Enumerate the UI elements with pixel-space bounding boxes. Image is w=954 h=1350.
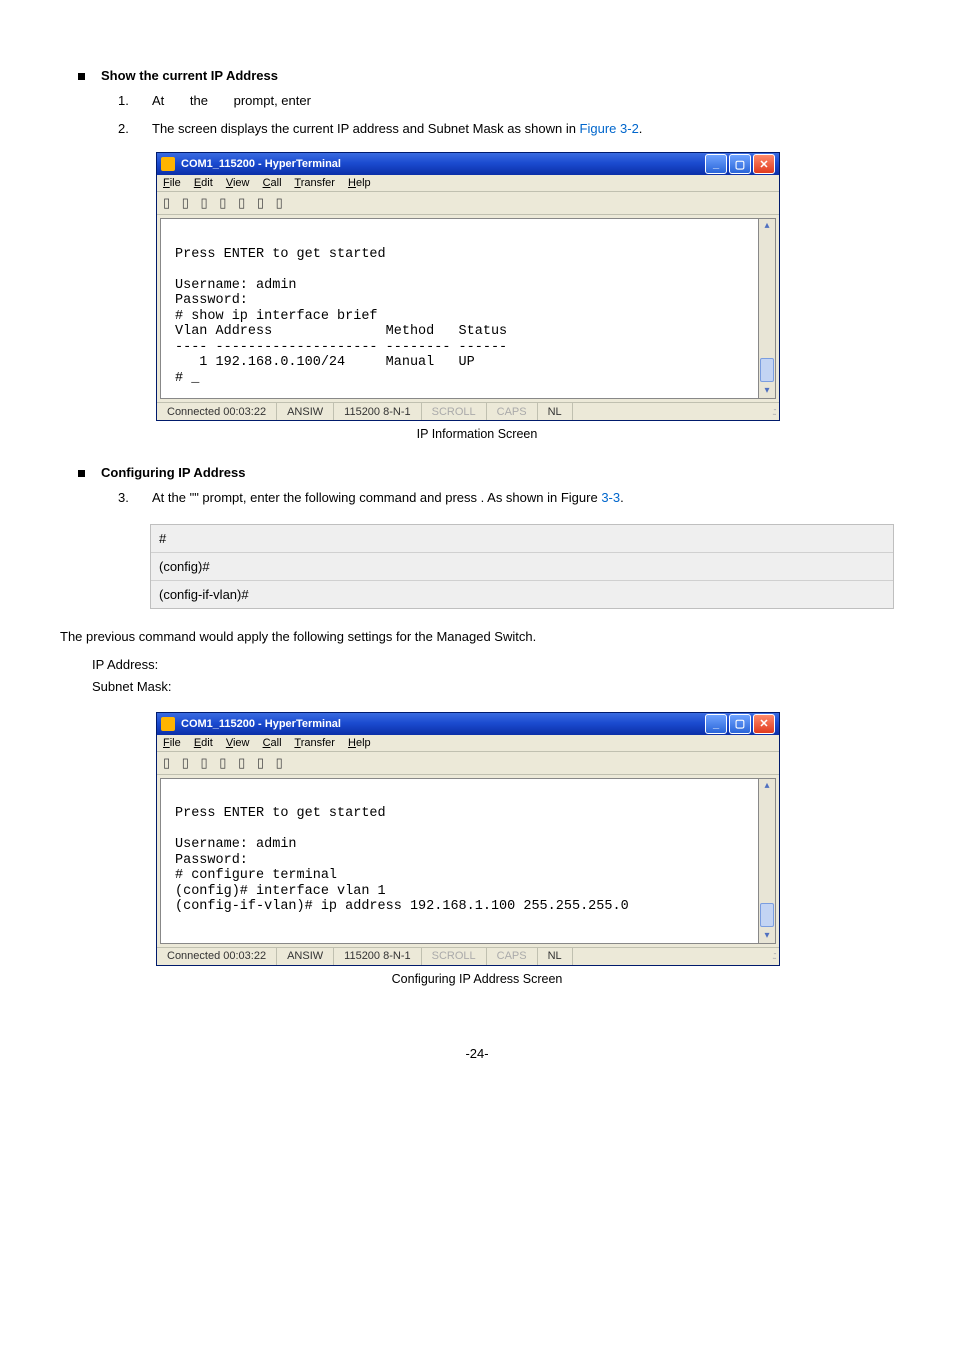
word: At — [152, 93, 164, 108]
scroll-up-icon[interactable]: ▴ — [760, 219, 774, 233]
status-bar: Connected 00:03:22 ANSIW 115200 8-N-1 SC… — [157, 402, 779, 420]
menu-transfer[interactable]: Transfer — [294, 737, 335, 749]
toolbar[interactable]: ▯ ▯ ▯ ▯ ▯ ▯ ▯ — [157, 192, 779, 215]
scrollbar[interactable]: ▴ ▾ — [758, 778, 776, 944]
resize-grip-icon[interactable]: .:: — [573, 950, 779, 962]
figure-ref-link[interactable]: 3-3 — [601, 490, 620, 505]
status-nl: NL — [538, 948, 573, 965]
figure-caption: Configuring IP Address Screen — [60, 972, 894, 986]
step-3-text: At the "" prompt, enter the following co… — [152, 488, 894, 508]
minimize-button[interactable]: _ — [705, 154, 727, 174]
paragraph: The previous command would apply the fol… — [60, 629, 894, 644]
app-icon — [161, 157, 175, 171]
status-connected: Connected 00:03:22 — [157, 403, 277, 420]
word: prompt, enter — [234, 93, 311, 108]
maximize-button[interactable]: ▢ — [729, 154, 751, 174]
status-cfg: 115200 8-N-1 — [334, 948, 421, 965]
setting-mask: Subnet Mask: — [92, 676, 894, 698]
maximize-button[interactable]: ▢ — [729, 714, 751, 734]
hyperterminal-window: COM1_115200 - HyperTerminal _ ▢ ✕ File E… — [156, 152, 780, 421]
text: At the " — [152, 490, 194, 505]
scroll-thumb[interactable] — [760, 903, 774, 927]
menu-file[interactable]: File — [163, 737, 181, 749]
status-scroll: SCROLL — [422, 403, 487, 420]
menu-call[interactable]: Call — [263, 177, 282, 189]
scroll-track[interactable] — [759, 233, 775, 384]
window-titlebar[interactable]: COM1_115200 - HyperTerminal _ ▢ ✕ — [157, 713, 779, 735]
command-box: # (config)# (config-if-vlan)# — [150, 524, 894, 609]
status-bar: Connected 00:03:22 ANSIW 115200 8-N-1 SC… — [157, 947, 779, 965]
resize-grip-icon[interactable]: .:: — [573, 406, 779, 418]
window-title: COM1_115200 - HyperTerminal — [181, 718, 705, 730]
step-number: 1. — [118, 93, 152, 108]
status-caps: CAPS — [487, 403, 538, 420]
scroll-thumb[interactable] — [760, 358, 774, 382]
menu-edit[interactable]: Edit — [194, 737, 213, 749]
scrollbar[interactable]: ▴ ▾ — [758, 218, 776, 399]
word: the — [190, 93, 208, 108]
status-auto: ANSIW — [277, 948, 334, 965]
section-heading-show-ip: Show the current IP Address — [101, 68, 278, 83]
step-number: 3. — [118, 490, 152, 505]
text: " prompt, enter the following command an… — [194, 490, 480, 505]
scroll-track[interactable] — [759, 793, 775, 929]
bullet-icon — [78, 73, 85, 80]
cmd-line: (config)# — [151, 552, 893, 580]
setting-ip: IP Address: — [92, 654, 894, 676]
cmd-line: # — [151, 525, 893, 552]
step-1-text: At the prompt, enter — [152, 91, 894, 111]
hyperterminal-window: COM1_115200 - HyperTerminal _ ▢ ✕ File E… — [156, 712, 780, 966]
close-button[interactable]: ✕ — [753, 154, 775, 174]
window-title: COM1_115200 - HyperTerminal — [181, 158, 705, 170]
terminal-output[interactable]: Press ENTER to get started Username: adm… — [160, 218, 758, 399]
app-icon — [161, 717, 175, 731]
cmd-line: (config-if-vlan)# — [151, 580, 893, 608]
scroll-up-icon[interactable]: ▴ — [760, 779, 774, 793]
menu-view[interactable]: View — [226, 737, 250, 749]
status-caps: CAPS — [487, 948, 538, 965]
menu-view[interactable]: View — [226, 177, 250, 189]
status-nl: NL — [538, 403, 573, 420]
section-heading-config-ip: Configuring IP Address — [101, 465, 245, 480]
scroll-down-icon[interactable]: ▾ — [760, 929, 774, 943]
toolbar[interactable]: ▯ ▯ ▯ ▯ ▯ ▯ ▯ — [157, 752, 779, 775]
text: . — [639, 121, 643, 136]
step-2-text: The screen displays the current IP addre… — [152, 119, 894, 139]
status-scroll: SCROLL — [422, 948, 487, 965]
figure-caption: IP Information Screen — [60, 427, 894, 441]
menu-bar: File Edit View Call Transfer Help — [157, 735, 779, 752]
step-number: 2. — [118, 121, 152, 136]
menu-transfer[interactable]: Transfer — [294, 177, 335, 189]
status-auto: ANSIW — [277, 403, 334, 420]
menu-bar: File Edit View Call Transfer Help — [157, 175, 779, 192]
text: The screen displays the current IP addre… — [152, 121, 580, 136]
menu-help[interactable]: Help — [348, 737, 371, 749]
status-connected: Connected 00:03:22 — [157, 948, 277, 965]
text: . As shown in Figure — [481, 490, 602, 505]
minimize-button[interactable]: _ — [705, 714, 727, 734]
menu-help[interactable]: Help — [348, 177, 371, 189]
menu-edit[interactable]: Edit — [194, 177, 213, 189]
text: . — [620, 490, 624, 505]
terminal-output[interactable]: Press ENTER to get started Username: adm… — [160, 778, 758, 944]
status-cfg: 115200 8-N-1 — [334, 403, 421, 420]
menu-call[interactable]: Call — [263, 737, 282, 749]
window-titlebar[interactable]: COM1_115200 - HyperTerminal _ ▢ ✕ — [157, 153, 779, 175]
scroll-down-icon[interactable]: ▾ — [760, 384, 774, 398]
close-button[interactable]: ✕ — [753, 714, 775, 734]
bullet-icon — [78, 470, 85, 477]
menu-file[interactable]: File — [163, 177, 181, 189]
figure-ref-link[interactable]: Figure 3-2 — [580, 121, 639, 136]
page-number: -24- — [60, 1046, 894, 1061]
